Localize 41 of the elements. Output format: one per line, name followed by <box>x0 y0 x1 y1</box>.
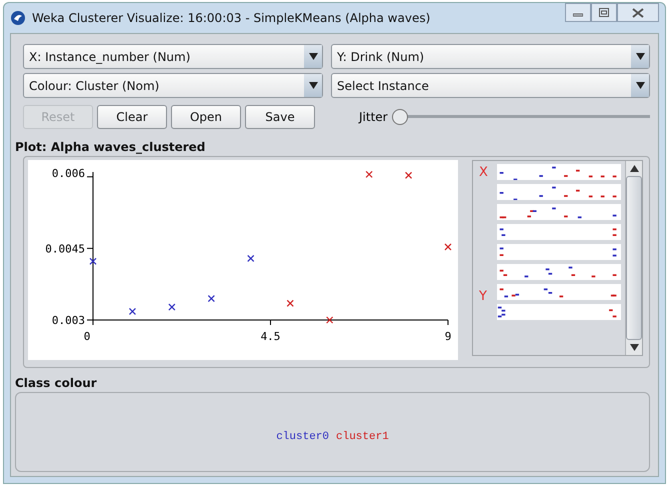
dropdown-arrow-icon <box>308 82 318 89</box>
y-tick-label: 0.0045 <box>45 242 85 256</box>
scroll-up-icon <box>630 165 638 172</box>
dropdown-arrow-icon <box>636 53 644 60</box>
x-tick-label: 4.5 <box>260 330 280 343</box>
attribute-strip[interactable] <box>497 184 621 200</box>
y-tick-label: 0.003 <box>52 314 85 327</box>
action-button[interactable]: Open <box>171 105 241 129</box>
x-marker: X <box>479 165 488 180</box>
attribute-strip[interactable] <box>497 264 621 280</box>
scroll-down-icon <box>630 344 638 351</box>
dropdown[interactable]: Colour: Cluster (Nom) <box>23 73 323 98</box>
close-icon <box>632 8 644 18</box>
x-tick-label: 9 <box>444 330 452 343</box>
dropdown-arrow-icon <box>308 53 318 60</box>
dropdown-arrow-icon <box>636 82 644 89</box>
plot-title: Plot: Alpha waves_clustered <box>15 140 206 154</box>
window-title: Weka Clusterer Visualize: 16:00:03 - SimpleKMeans (Alpha waves) <box>32 11 432 25</box>
action-button[interactable]: Clear <box>97 105 167 129</box>
scrollbar[interactable] <box>625 161 642 355</box>
attribute-strip[interactable] <box>497 204 621 220</box>
dropdown[interactable]: X: Instance_number (Num) <box>23 44 323 69</box>
attribute-strip[interactable] <box>497 284 621 300</box>
minimize-button[interactable] <box>565 3 591 22</box>
class-colour-title: Class colour <box>15 376 98 390</box>
dropdown[interactable]: Select Instance <box>331 73 650 98</box>
slider-thumb[interactable] <box>392 109 408 125</box>
restore-icon <box>599 8 609 17</box>
scroll-thumb[interactable] <box>626 176 642 340</box>
maximize-button[interactable] <box>591 3 617 22</box>
x-tick-label: 0 <box>84 330 90 343</box>
jitter-label: Jitter <box>359 110 388 124</box>
bird-icon <box>10 10 26 26</box>
dropdown[interactable]: Y: Drink (Num) <box>331 44 650 69</box>
attribute-strip[interactable] <box>497 164 621 180</box>
y-tick-label: 0.006 <box>52 166 85 180</box>
close-button[interactable] <box>617 3 659 22</box>
class-label: cluster0 <box>276 431 329 443</box>
class-label: cluster1 <box>336 431 389 443</box>
action-button[interactable]: Save <box>245 105 315 129</box>
y-marker: Y <box>479 289 487 304</box>
